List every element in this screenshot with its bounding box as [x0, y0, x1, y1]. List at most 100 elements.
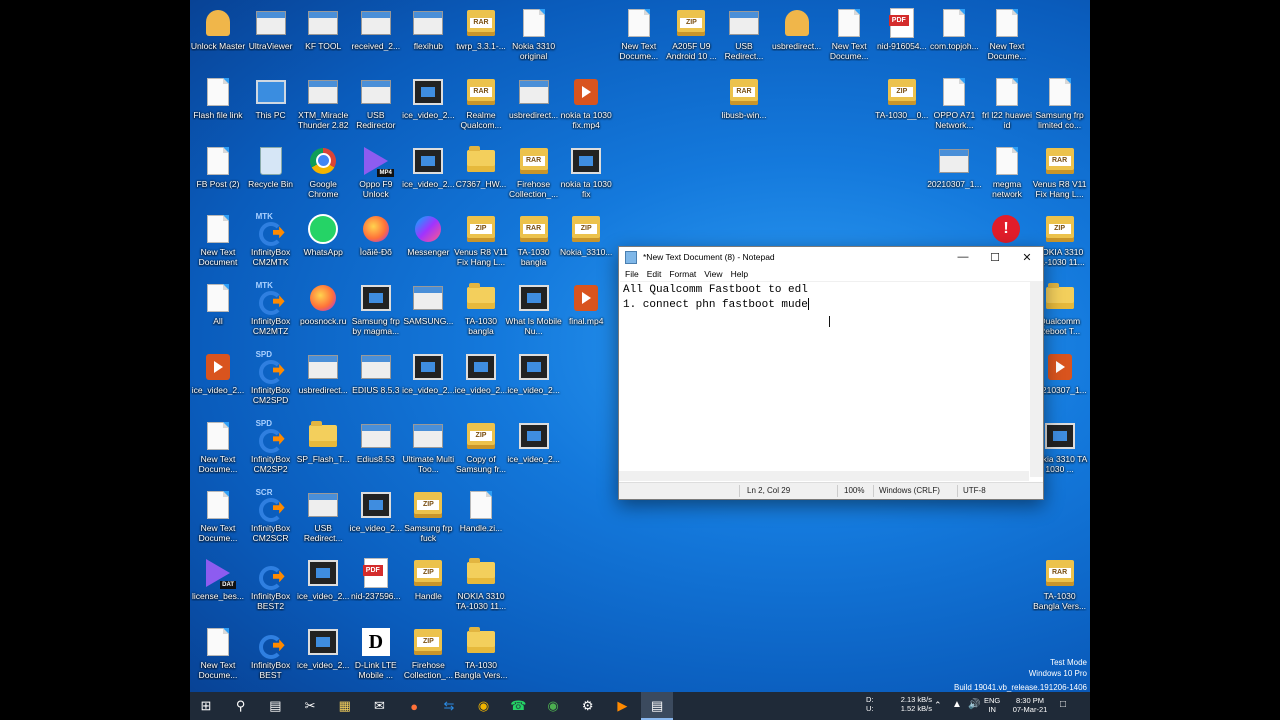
desktop-shortcut[interactable]: UltraViewer [245, 4, 297, 72]
chrome-icon[interactable]: ◉ [537, 692, 569, 720]
desktop-shortcut[interactable]: SP_Flash_T... [297, 417, 350, 485]
start-icon[interactable]: ⊞ [190, 692, 222, 720]
desktop-shortcut[interactable]: KF TOOL [297, 4, 349, 72]
desktop-shortcut[interactable]: RAR Realme Qualcom... [455, 73, 507, 141]
maximize-button[interactable]: ☐ [979, 247, 1011, 267]
desktop-shortcut[interactable]: ZIP Nokia_3310... [560, 210, 612, 278]
desktop-shortcut[interactable]: usbredirect... [508, 73, 560, 141]
desktop-shortcut[interactable]: usbredirect... [297, 348, 349, 416]
desktop-shortcut[interactable]: SCR InfinityBox CM2SCR [245, 486, 297, 554]
desktop-shortcut[interactable]: ZIP Samsung frp fuck [402, 486, 454, 554]
desktop-shortcut[interactable]: poosnock.ru [297, 279, 349, 347]
desktop-shortcut[interactable]: nokia ta 1030 fix.mp4 [560, 73, 612, 141]
desktop-shortcut[interactable]: This PC [245, 73, 297, 141]
notepad-icon[interactable]: ▤ [641, 692, 674, 720]
help-pin-icon[interactable]: ! [992, 215, 1020, 243]
desktop-shortcut[interactable]: DAT license_bes... [192, 554, 244, 622]
desktop-shortcut[interactable]: New Text Docume... [192, 623, 244, 691]
desktop-shortcut[interactable]: ice_video_2... [192, 348, 244, 416]
media-player-icon[interactable]: ▶ [606, 692, 638, 720]
desktop-shortcut[interactable]: TA-1030 Bangla Vers... [455, 623, 507, 691]
desktop-shortcut[interactable]: ice_video_2... [350, 486, 402, 554]
language-indicator[interactable]: ENG IN [984, 696, 1000, 714]
menu-file[interactable]: File [625, 269, 639, 279]
desktop-shortcut[interactable]: Samsung frp limited co... [1034, 73, 1086, 141]
file-explorer-icon[interactable]: ▦ [329, 692, 361, 720]
desktop-shortcut[interactable]: ZIP TA-1030__0... [875, 73, 928, 141]
desktop-shortcut[interactable]: Google Chrome [297, 142, 349, 210]
search-icon[interactable]: ⚲ [225, 692, 257, 720]
desktop-shortcut[interactable]: WhatsApp [297, 210, 349, 278]
desktop-shortcut[interactable]: final.mp4 [560, 279, 612, 347]
firefox-icon[interactable]: ● [398, 692, 430, 720]
desktop-shortcut[interactable]: Flash file link [192, 73, 244, 141]
horizontal-scrollbar[interactable] [619, 471, 1029, 481]
desktop-shortcut[interactable]: RAR TA-1030 Bangla Vers... [1033, 554, 1086, 622]
clock[interactable]: 8:30 PM 07-Mar-21 [1008, 696, 1052, 714]
desktop-shortcut[interactable]: com.topjoh... [928, 4, 980, 72]
menu-help[interactable]: Help [731, 269, 748, 279]
desktop-shortcut[interactable]: RAR Firehose Collection_... [508, 142, 560, 210]
volume-icon[interactable]: 🔊 [968, 700, 980, 710]
desktop-shortcut[interactable]: USB Redirector [350, 73, 402, 141]
desktop-shortcut[interactable]: MP4 Oppo F9 Unlock [350, 142, 402, 210]
snipping-icon[interactable]: ✂ [294, 692, 326, 720]
mail-icon[interactable]: ✉ [364, 692, 396, 720]
desktop-shortcut[interactable]: ice_video_2... [507, 417, 560, 485]
desktop-shortcut[interactable]: ice_video_2... [507, 348, 560, 416]
desktop-shortcut[interactable]: ice_video_2... [402, 142, 455, 210]
desktop-shortcut[interactable]: MTK InfinityBox CM2MTZ [245, 279, 297, 347]
task-view-icon[interactable]: ▤ [259, 692, 291, 720]
desktop-shortcut[interactable]: frl l22 huawei id [981, 73, 1033, 141]
desktop-shortcut[interactable]: received_2... [350, 4, 402, 72]
desktop-shortcut[interactable]: New Text Docume... [613, 4, 665, 72]
desktop-shortcut[interactable]: Ultimate Multi Too... [402, 417, 454, 485]
desktop-shortcut[interactable]: RAR twrp_3.3.1-... [455, 4, 507, 72]
desktop-shortcut[interactable]: ZIP Handle [402, 554, 454, 622]
desktop-shortcut[interactable]: Edius8.53 [350, 417, 402, 485]
menu-edit[interactable]: Edit [647, 269, 662, 279]
desktop-shortcut[interactable]: flexihub [402, 4, 454, 72]
desktop-shortcut[interactable]: MTK InfinityBox CM2MTK [245, 210, 297, 278]
desktop-shortcut[interactable]: RAR Venus R8 V11 Fix Hang L... [1033, 142, 1086, 210]
whatsapp-icon[interactable]: ☎ [502, 692, 534, 720]
desktop-shortcut[interactable]: ice_video_2... [297, 554, 349, 622]
chevron-up-icon[interactable]: ⌃ [934, 701, 942, 710]
desktop-shortcut[interactable]: Messenger [402, 210, 454, 278]
desktop-shortcut[interactable]: ice_video_2... [455, 348, 507, 416]
desktop-shortcut[interactable]: RAR TA-1030 bangla [508, 210, 560, 278]
desktop-shortcut[interactable]: New Text Docume... [192, 486, 244, 554]
desktop-shortcut[interactable]: New Text Docume... [823, 4, 875, 72]
chrome-canary-icon[interactable]: ◉ [468, 692, 500, 720]
desktop-shortcut[interactable]: SPD InfinityBox CM2SP2 [245, 417, 297, 485]
desktop-shortcut[interactable]: NOKIA 3310 TA-1030 11... [455, 554, 507, 622]
desktop-shortcut[interactable]: PDF nid-916054... [876, 4, 928, 72]
vertical-scrollbar[interactable] [1030, 281, 1043, 477]
teamviewer-icon[interactable]: ⇆ [433, 692, 465, 720]
notepad-window[interactable]: *New Text Document (8) - Notepad — ☐ ✕ F… [618, 246, 1044, 500]
desktop-shortcut[interactable]: InfinityBox BEST [245, 623, 297, 691]
desktop-shortcut[interactable]: usbredirect... [771, 4, 823, 72]
menu-view[interactable]: View [704, 269, 722, 279]
desktop-shortcut[interactable]: FB Post (2) [192, 142, 244, 210]
close-button[interactable]: ✕ [1011, 247, 1043, 267]
desktop-shortcut[interactable]: PDF nid-237596... [350, 554, 402, 622]
desktop-shortcut[interactable]: New Text Docume... [192, 417, 244, 485]
desktop-shortcut[interactable]: ZIP Copy of Samsung fr... [455, 417, 507, 485]
notification-icon[interactable]: □ [1060, 700, 1066, 710]
tool-icon[interactable]: ⚙ [572, 692, 604, 720]
desktop-shortcut[interactable]: New Text Document [192, 210, 244, 278]
desktop-shortcut[interactable]: D D-Link LTE Mobile ... [350, 623, 402, 691]
desktop-shortcut[interactable]: 20210307_1... [927, 142, 982, 210]
desktop-shortcut[interactable]: ZIP A205F U9 Android 10 ... [665, 4, 717, 72]
menu-format[interactable]: Format [669, 269, 696, 279]
desktop-shortcut[interactable]: megma network [981, 142, 1033, 210]
desktop-shortcut[interactable]: EDIUS 8.5.3 [350, 348, 402, 416]
desktop-shortcut[interactable]: C7367_HW... [455, 142, 507, 210]
desktop-shortcut[interactable]: TA-1030 bangla [455, 279, 507, 347]
desktop-shortcut[interactable]: Nokia 3310 original [508, 4, 560, 72]
desktop-shortcut[interactable]: Handle.zi... [455, 486, 507, 554]
desktop-shortcut[interactable]: All [192, 279, 244, 347]
desktop-shortcut[interactable]: What Is Mobile Nu... [505, 279, 562, 347]
desktop-shortcut[interactable]: Unlock Master [191, 4, 245, 72]
